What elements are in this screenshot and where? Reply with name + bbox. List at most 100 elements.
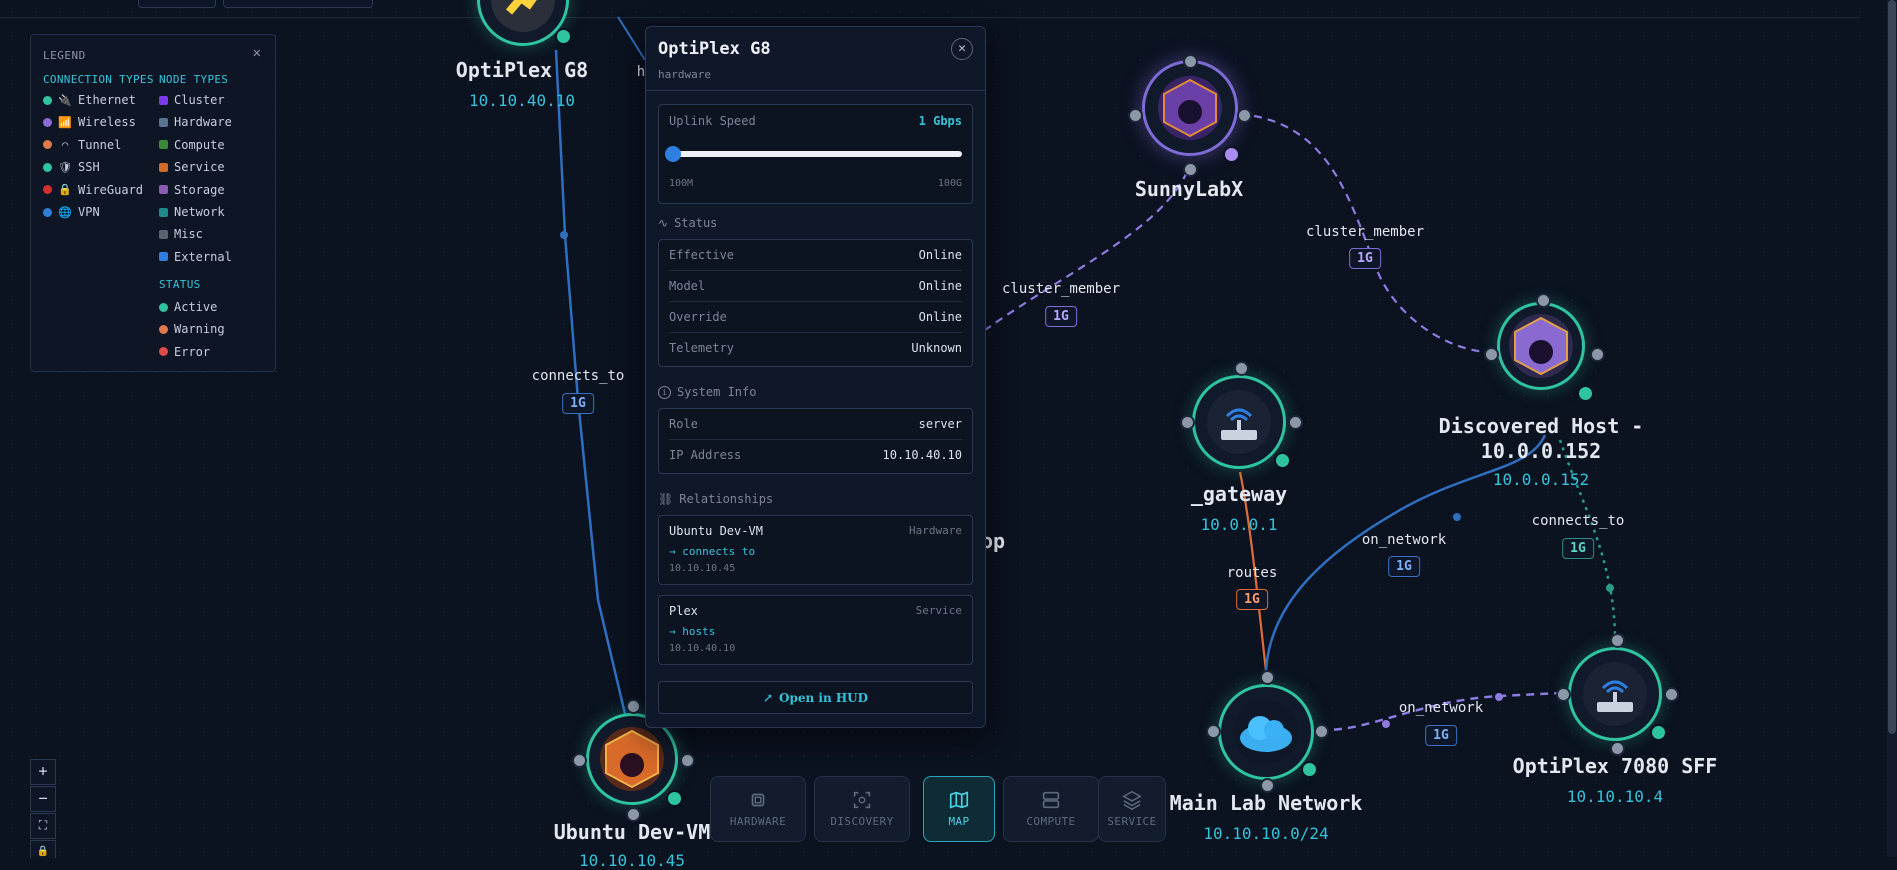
connection-handle[interactable]: [1314, 724, 1329, 739]
edge-midpoint: [1606, 584, 1614, 592]
connection-handle[interactable]: [1288, 415, 1303, 430]
connection-handle[interactable]: [1128, 108, 1143, 123]
node-gateway[interactable]: [1192, 375, 1286, 469]
edge-label: on_network: [1361, 532, 1447, 548]
legend-heading-status: STATUS: [159, 278, 201, 291]
relationship-type: Hardware: [909, 524, 962, 537]
legend-connection-type: 📶 Wireless: [43, 115, 136, 129]
connection-handle[interactable]: [1237, 108, 1252, 123]
status-row: Telemetry Unknown: [669, 333, 962, 363]
nav-compute[interactable]: COMPUTE: [1003, 776, 1099, 842]
legend-label: Hardware: [174, 115, 232, 130]
legend-label: External: [174, 249, 232, 264]
node-optiplex-7080[interactable]: [1568, 647, 1662, 741]
status-indicator: [1577, 385, 1594, 402]
legend-heading-connection: CONNECTION TYPES: [43, 73, 154, 86]
legend-node-type: Misc: [159, 227, 203, 241]
connection-handle[interactable]: [1183, 54, 1198, 69]
status-indicator: [1223, 146, 1240, 163]
uplink-value: 1 Gbps: [918, 114, 962, 128]
connection-handle[interactable]: [1536, 293, 1551, 308]
row-key: Effective: [669, 248, 735, 262]
speed-badge: 1G: [1349, 248, 1381, 269]
relationship-item[interactable]: Plex Service → hosts 10.10.40.10: [658, 595, 973, 665]
section-title: System Info: [677, 385, 757, 399]
node-ip: 10.0.0.1: [1200, 515, 1278, 534]
legend-connection-type: ⌒ Tunnel: [43, 138, 121, 152]
node-ip: 10.10.10.4: [1566, 787, 1664, 806]
connection-handle[interactable]: [1590, 347, 1605, 362]
legend-node-type: External: [159, 250, 232, 264]
status-card: Effective Online Model Online Override Online…: [658, 239, 973, 367]
connection-handle[interactable]: [1260, 670, 1275, 685]
legend-dot: [43, 117, 52, 127]
cluster-avatar-icon: [1158, 76, 1222, 140]
legend-panel: LEGEND ✕ CONNECTION TYPES NODE TYPES STA…: [30, 34, 276, 372]
node-label: Main Lab Network: [1169, 791, 1363, 815]
nav-hardware[interactable]: HARDWARE: [710, 776, 806, 842]
speed-badge: 1G: [1562, 538, 1594, 559]
relationship-verb: → hosts: [669, 625, 716, 638]
connection-handle[interactable]: [1180, 415, 1195, 430]
zoom-in-button[interactable]: +: [30, 759, 56, 785]
row-key: Override: [669, 310, 727, 324]
legend-dot: [43, 95, 52, 105]
nav-service[interactable]: SERVICE: [1098, 776, 1166, 842]
relationship-name: Ubuntu Dev-VM: [669, 524, 763, 538]
legend-dot: [43, 140, 52, 150]
zoom-out-button[interactable]: −: [30, 786, 56, 812]
slider-thumb[interactable]: [665, 146, 681, 162]
legend-node-type: Cluster: [159, 93, 225, 107]
edge-label: cluster_member: [1305, 224, 1425, 240]
node-detail-panel: OptiPlex G8 hardware ✕ Uplink Speed 1 Gb…: [645, 26, 986, 728]
status-row: Effective Online: [669, 240, 962, 271]
connection-handle[interactable]: [1484, 347, 1499, 362]
row-value: Unknown: [911, 341, 962, 355]
connection-handle[interactable]: [1234, 361, 1249, 376]
legend-label: Warning: [174, 322, 225, 337]
connection-handle[interactable]: [1206, 724, 1221, 739]
relationship-name: Plex: [669, 604, 698, 618]
button-label: Open in HUD: [779, 690, 869, 705]
node-discovered-host[interactable]: [1497, 302, 1585, 390]
cloud-icon: [1234, 700, 1298, 764]
legend-label: Misc: [174, 227, 203, 242]
uplink-slider[interactable]: [665, 146, 962, 162]
legend-dot: [159, 302, 168, 312]
edge-label: connects_to: [531, 368, 625, 384]
lock-button[interactable]: 🔒: [30, 840, 56, 858]
status-indicator: [1301, 761, 1318, 778]
row-value: Online: [918, 310, 962, 324]
close-icon[interactable]: ✕: [253, 45, 261, 61]
speed-badge: 1G: [1425, 725, 1457, 746]
fit-view-button[interactable]: ⛶: [30, 813, 56, 839]
connection-handle[interactable]: [1610, 633, 1625, 648]
edge-label: routes: [1226, 565, 1278, 581]
connection-handle[interactable]: [572, 753, 587, 768]
router-icon: [1207, 390, 1271, 454]
node-main-lab-network[interactable]: [1218, 684, 1314, 780]
connection-handle[interactable]: [626, 699, 641, 714]
legend-label: Compute: [174, 137, 225, 152]
nav-discovery[interactable]: DISCOVERY: [814, 776, 910, 842]
legend-swatch: [159, 162, 168, 172]
legend-swatch: [159, 117, 168, 127]
open-in-hud-button[interactable]: ↗ Open in HUD: [658, 681, 973, 714]
relationship-item[interactable]: Ubuntu Dev-VM Hardware → connects to 10.…: [658, 515, 973, 585]
panel-title: OptiPlex G8: [658, 39, 771, 59]
row-value: server: [918, 417, 962, 431]
connection-handle[interactable]: [1556, 687, 1571, 702]
node-label: Discovered Host -: [1438, 414, 1644, 438]
nav-map[interactable]: MAP: [923, 776, 995, 842]
connection-handle[interactable]: [680, 753, 695, 768]
close-icon[interactable]: ✕: [951, 38, 973, 60]
speed-badge: 1G: [1045, 306, 1077, 327]
connection-handle[interactable]: [1183, 162, 1198, 177]
connection-handle[interactable]: [1664, 687, 1679, 702]
status-row: Model Online: [669, 271, 962, 302]
node-sunnylabx[interactable]: [1142, 60, 1238, 156]
legend-label: Wireless: [78, 115, 136, 130]
sysinfo-row: IP Address 10.10.40.10: [669, 440, 962, 470]
scrollbar[interactable]: [1887, 0, 1897, 857]
legend-swatch: [159, 95, 168, 105]
